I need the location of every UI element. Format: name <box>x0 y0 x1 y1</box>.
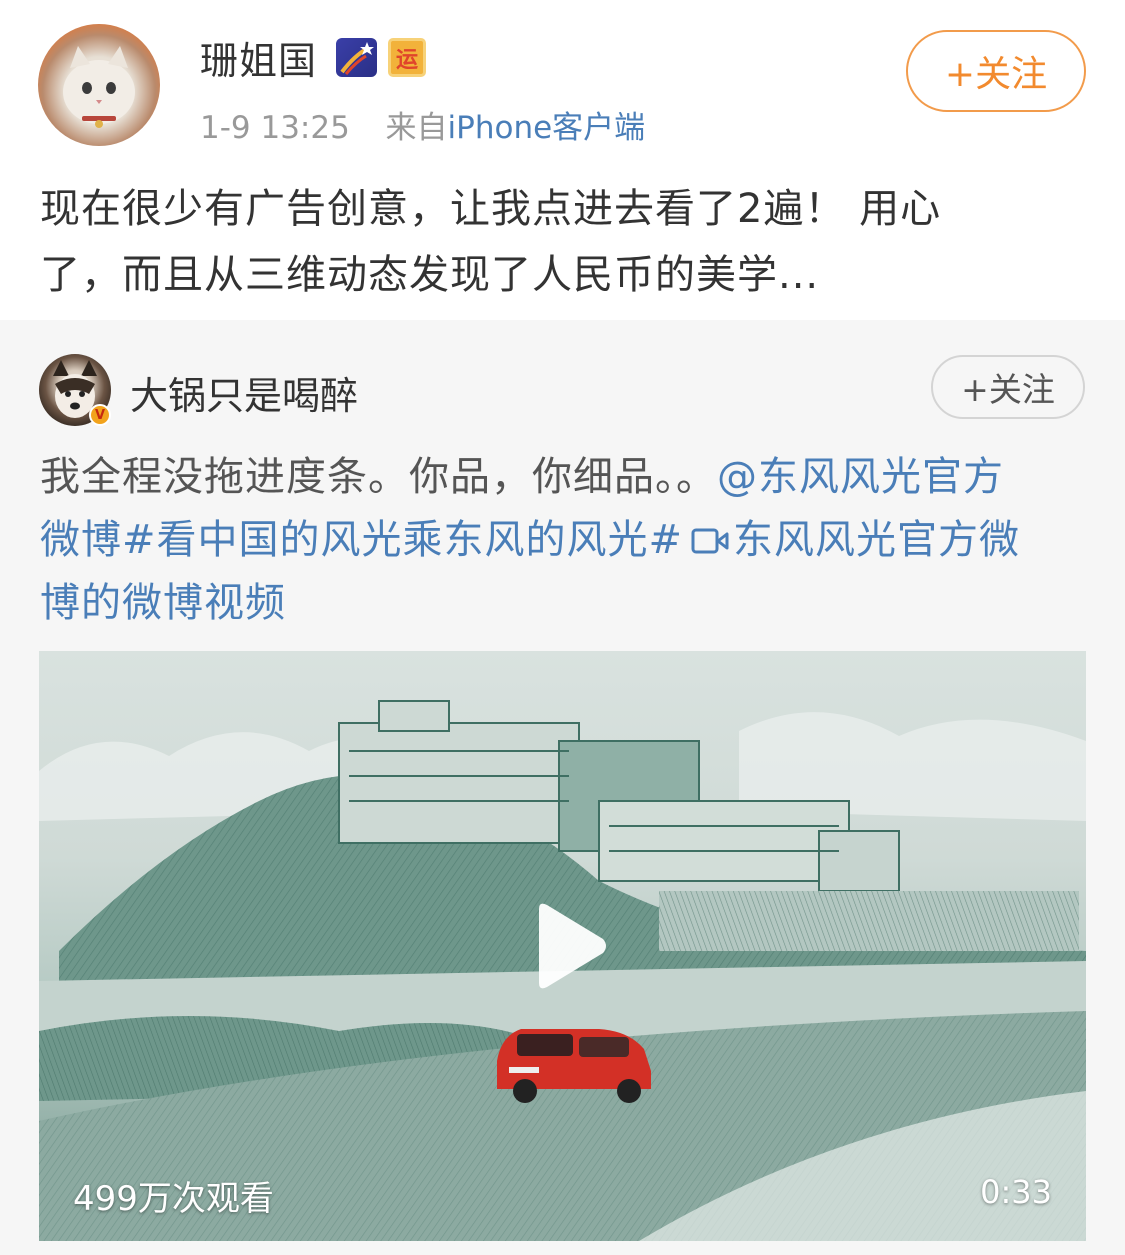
repost-text-plain: 我全程没拖进度条。你品，你细品。。 <box>40 454 717 500</box>
post-header: 珊姐国 运 1-9 13:25 来自iPhone客户端 +关注 <box>0 0 1125 160</box>
hashtag-link[interactable]: #看中国的风光乘东风的风光# <box>122 517 683 563</box>
source-prefix: 来自 <box>385 110 448 146</box>
repost-text: 我全程没拖进度条。你品，你细品。。@东风风光官方 微博#看中国的风光乘东风的风光… <box>40 446 1085 635</box>
post-text-line: 现在很少有广告创意，让我点进去看了2遍！ 用心 <box>40 186 942 232</box>
repost-follow-button[interactable]: +关注 <box>931 355 1085 419</box>
verified-v-icon: V <box>89 404 111 426</box>
view-count: 499万次观看 <box>73 1179 274 1219</box>
video-duration: 0:33 <box>980 1173 1052 1211</box>
post-meta: 1-9 13:25 来自iPhone客户端 <box>200 102 645 147</box>
repost-username[interactable]: 大锅只是喝醉 <box>130 365 358 420</box>
post-time: 1-9 13:25 <box>200 110 350 146</box>
avatar[interactable] <box>38 24 160 146</box>
mention-link[interactable]: @东风风光官方 <box>717 454 1004 500</box>
mention-link-cont[interactable]: 微博 <box>40 517 122 563</box>
play-icon[interactable] <box>529 901 609 991</box>
video-player[interactable]: 499万次观看 0:33 <box>39 651 1086 1241</box>
follow-button[interactable]: +关注 <box>906 30 1086 112</box>
post-text: 现在很少有广告创意，让我点进去看了2遍！ 用心 了，而且从三维动态发现了人民币的… <box>40 176 1090 308</box>
video-link-icon[interactable] <box>691 511 729 554</box>
source-link[interactable]: iPhone客户端 <box>448 110 646 146</box>
video-link-cont[interactable]: 博的微博视频 <box>40 580 286 626</box>
post-text-line: 了，而且从三维动态发现了人民币的美学... <box>40 252 820 298</box>
yun-badge-icon[interactable]: 运 <box>388 38 426 77</box>
repost-text-line: 博的微博视频 <box>40 572 1085 635</box>
username[interactable]: 珊姐国 <box>200 30 317 85</box>
repost-text-line: 微博#看中国的风光乘东风的风光# 东风风光官方微 <box>40 509 1085 572</box>
repost-text-line: 我全程没拖进度条。你品，你细品。。@东风风光官方 <box>40 446 1085 509</box>
repost-card[interactable]: V 大锅只是喝醉 +关注 我全程没拖进度条。你品，你细品。。@东风风光官方 微博… <box>0 320 1125 1255</box>
video-link[interactable]: 东风风光官方微 <box>733 517 1020 563</box>
shooting-star-badge-icon[interactable] <box>336 38 377 77</box>
